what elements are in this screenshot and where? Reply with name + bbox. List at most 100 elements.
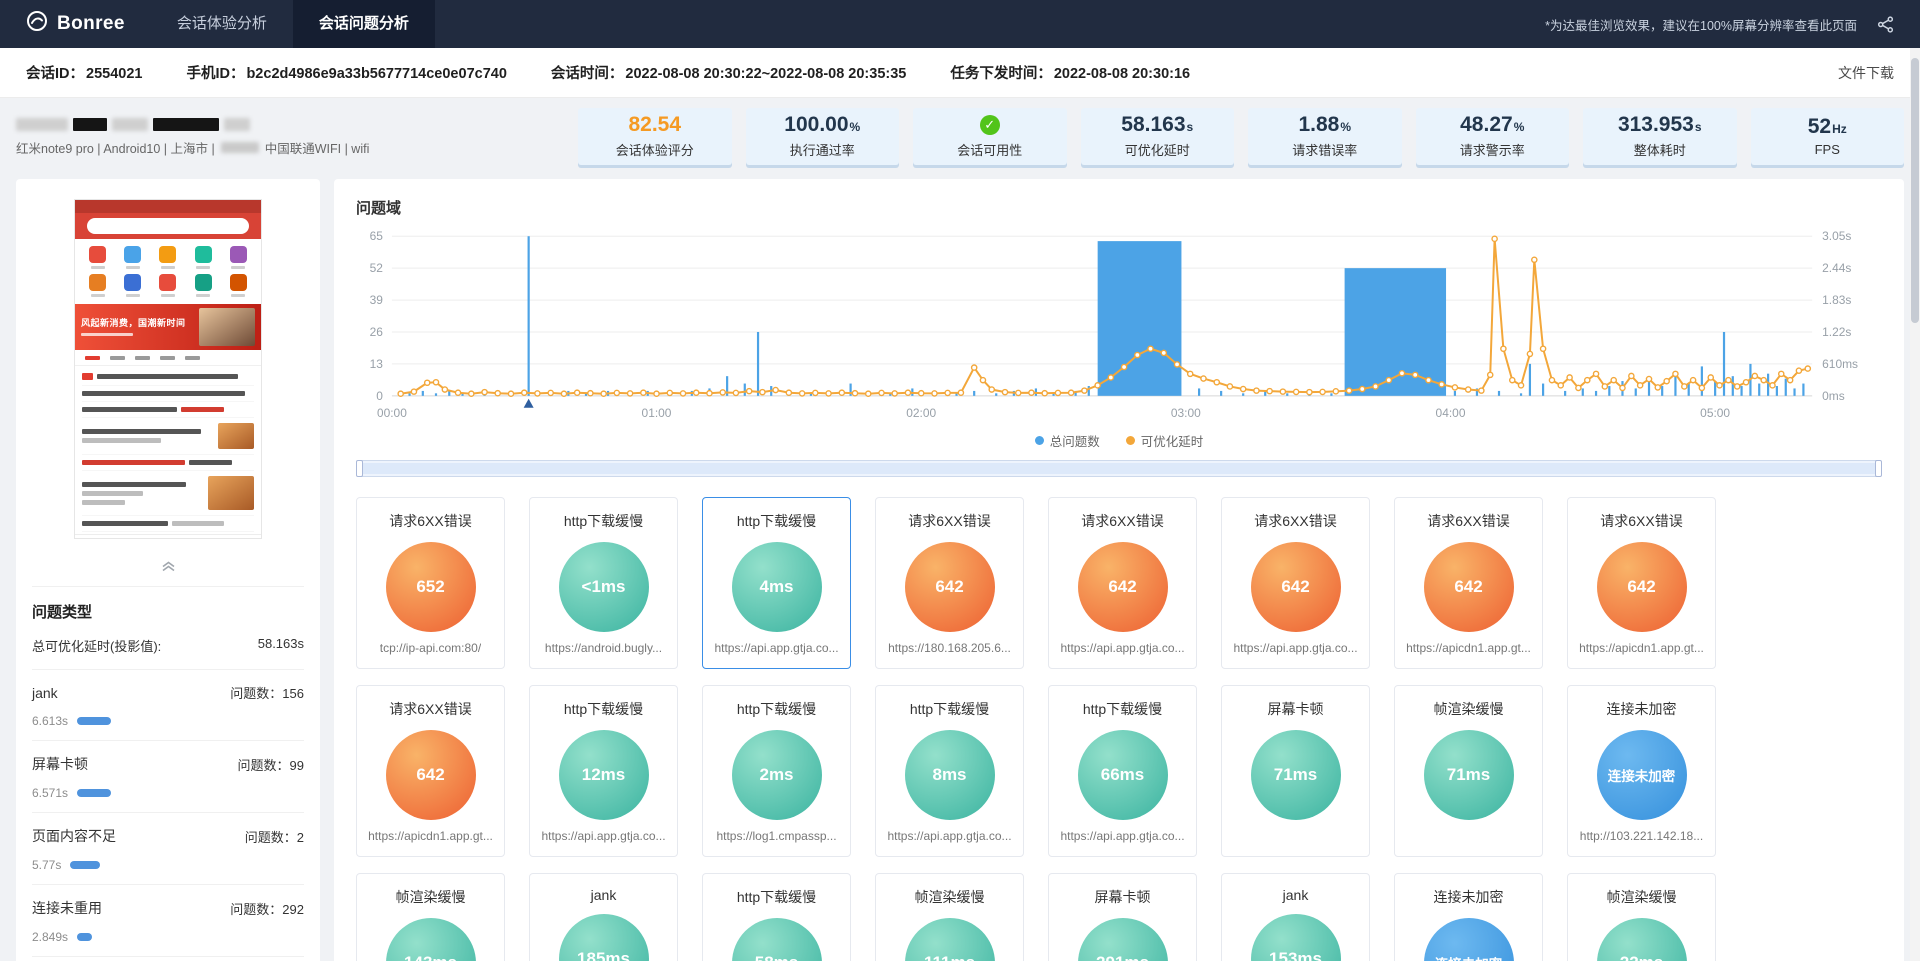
- app-icon-glyph: [159, 246, 176, 263]
- problem-card[interactable]: http下载缓慢<1mshttps://android.bugly...: [529, 497, 678, 669]
- problem-card-circle: 652: [386, 542, 476, 632]
- file-download-link[interactable]: 文件下载: [1838, 63, 1894, 83]
- problem-type-row-top: jank问题数：156: [32, 683, 304, 702]
- problem-card[interactable]: 请求6XX错误642https://api.app.gtja.co...: [1048, 497, 1197, 669]
- problem-card[interactable]: jank185ms: [529, 873, 678, 961]
- problem-type-time: 6.613s: [32, 714, 68, 728]
- problem-card-url: https://api.app.gtja.co...: [887, 829, 1011, 843]
- header-field-value: 2022-08-08 20:30:16: [1054, 66, 1190, 82]
- collapse-toggle[interactable]: [32, 549, 304, 587]
- nav-tab-problem-analysis[interactable]: 会话问题分析: [293, 0, 435, 48]
- stat-card-5: 48.27%请求警示率: [1416, 108, 1570, 165]
- legend-item-1[interactable]: 可优化延时: [1126, 431, 1204, 450]
- stat-number: 82.54: [628, 114, 681, 135]
- bar-series-legend-dot: [1035, 436, 1044, 445]
- phone-banner-photo: [199, 308, 255, 346]
- bonree-logo[interactable]: Bonree: [0, 10, 151, 38]
- chart-zoom-slider[interactable]: [356, 460, 1882, 477]
- problem-types-title: 问题类型: [32, 587, 304, 632]
- problem-card[interactable]: 请求6XX错误652tcp://ip-api.com:80/: [356, 497, 505, 669]
- problem-type-row-bottom: 5.77s: [32, 858, 304, 872]
- stat-label: 请求警示率: [1460, 140, 1525, 159]
- app-icon-label-bar: [196, 294, 210, 297]
- legend-item-0[interactable]: 总问题数: [1035, 431, 1100, 450]
- news-text-bar: [82, 482, 186, 487]
- app-icon-glyph: [124, 246, 141, 263]
- page-scrollbar-thumb[interactable]: [1911, 58, 1919, 323]
- problem-card-url: https://api.app.gtja.co...: [1233, 641, 1357, 655]
- app-icon-glyph: [195, 246, 212, 263]
- app-icon-glyph: [89, 246, 106, 263]
- problem-type-time: 5.77s: [32, 858, 61, 872]
- phone-app-icon: [81, 246, 114, 269]
- stat-number: 100.00: [784, 114, 848, 135]
- header-field-label: 手机ID：: [186, 66, 244, 82]
- problem-card[interactable]: 连接未加密连接未加密: [1394, 873, 1543, 961]
- problem-type-item[interactable]: jank问题数：156 6.613s: [32, 670, 304, 741]
- problem-type-item[interactable]: 页面内容不足问题数：25.77s: [32, 813, 304, 885]
- problem-type-row-bottom: 2.849s: [32, 930, 304, 944]
- stat-number: 52: [1808, 116, 1831, 137]
- problem-card-title: 帧渲染缓慢: [915, 887, 985, 907]
- news-text-bar: [181, 407, 224, 412]
- problem-card[interactable]: 连接未加密连接未加密http://103.221.142.18...: [1567, 685, 1716, 857]
- news-text-bar: [82, 491, 143, 496]
- svg-text:1.83s: 1.83s: [1822, 293, 1851, 307]
- problem-card[interactable]: 帧渲染缓慢143ms: [356, 873, 505, 961]
- problem-card[interactable]: 请求6XX错误642https://api.app.gtja.co...: [1221, 497, 1370, 669]
- problem-type-row-top: 屏幕卡顿问题数：99: [32, 754, 304, 774]
- problem-card[interactable]: 屏幕卡顿71ms: [1221, 685, 1370, 857]
- stat-unit: Hz: [1832, 123, 1847, 135]
- problem-card-circle: 642: [386, 730, 476, 820]
- problem-card[interactable]: http下载缓慢58ms: [702, 873, 851, 961]
- svg-text:39: 39: [370, 293, 384, 307]
- brand-name: Bonree: [57, 13, 125, 35]
- censored-device-name: [16, 116, 564, 132]
- share-icon[interactable]: [1877, 16, 1894, 33]
- phone-screenshot-thumbnail[interactable]: 风起新消费，国潮新时间: [74, 199, 262, 539]
- phone-tab-bar-item: [185, 356, 200, 360]
- problem-card[interactable]: 帧渲染缓慢111ms: [875, 873, 1024, 961]
- problem-card-title: 请求6XX错误: [1081, 511, 1163, 531]
- phone-news-row: [82, 418, 254, 455]
- problem-card[interactable]: 帧渲染缓慢22ms: [1567, 873, 1716, 961]
- zoom-handle-left[interactable]: [356, 460, 363, 477]
- problem-card[interactable]: http下载缓慢2mshttps://log1.cmpassp...: [702, 685, 851, 857]
- problem-card[interactable]: http下载缓慢12mshttps://api.app.gtja.co...: [529, 685, 678, 857]
- problem-type-item[interactable]: 连接未重用问题数：2922.849s: [32, 885, 304, 957]
- stat-unit: %: [1514, 121, 1525, 133]
- page-scrollbar[interactable]: [1910, 48, 1920, 961]
- problem-card[interactable]: http下载缓慢8mshttps://api.app.gtja.co...: [875, 685, 1024, 857]
- phone-wrap: 风起新消费，国潮新时间: [32, 179, 304, 539]
- problem-card[interactable]: 请求6XX错误642https://apicdn1.app.gt...: [1567, 497, 1716, 669]
- problem-card[interactable]: 帧渲染缓慢71ms: [1394, 685, 1543, 857]
- phone-tab-bar: [75, 350, 261, 366]
- problem-card-url: https://apicdn1.app.gt...: [1579, 641, 1704, 655]
- news-text-lines: [82, 482, 204, 505]
- censor-redaction: [153, 118, 219, 131]
- problem-card[interactable]: 屏幕卡顿291ms: [1048, 873, 1197, 961]
- censor-blur: [16, 118, 68, 131]
- news-text-bar: [189, 460, 232, 465]
- stat-unit: %: [850, 121, 861, 133]
- problem-chart[interactable]: 00ms13610ms261.22s391.83s522.44s653.05s0…: [356, 226, 1882, 429]
- problem-card[interactable]: 请求6XX错误642https://apicdn1.app.gt...: [1394, 497, 1543, 669]
- app-icon-glyph: [124, 274, 141, 291]
- stat-card-6: 313.953s整体耗时: [1583, 108, 1737, 165]
- svg-text:65: 65: [370, 229, 384, 243]
- problem-card[interactable]: 请求6XX错误642https://180.168.205.6...: [875, 497, 1024, 669]
- problem-card[interactable]: jank153ms: [1221, 873, 1370, 961]
- problem-type-name: 页面内容不足: [32, 826, 116, 846]
- stat-unit: s: [1695, 121, 1702, 133]
- problem-card[interactable]: 请求6XX错误642https://apicdn1.app.gt...: [356, 685, 505, 857]
- nav-tab-experience-analysis[interactable]: 会话体验分析: [151, 0, 293, 48]
- stat-value: 58.163s: [1121, 114, 1193, 135]
- news-thumbnail: [218, 423, 254, 449]
- problem-card[interactable]: http下载缓慢4mshttps://api.app.gtja.co...: [702, 497, 851, 669]
- problem-card[interactable]: http下载缓慢66mshttps://api.app.gtja.co...: [1048, 685, 1197, 857]
- header-field-0: 会话ID：2554021: [26, 62, 142, 83]
- problem-type-item[interactable]: 屏幕卡顿问题数：996.571s: [32, 741, 304, 813]
- problem-card-circle: 642: [1424, 542, 1514, 632]
- phone-news-row: [82, 516, 254, 532]
- zoom-handle-right[interactable]: [1875, 460, 1882, 477]
